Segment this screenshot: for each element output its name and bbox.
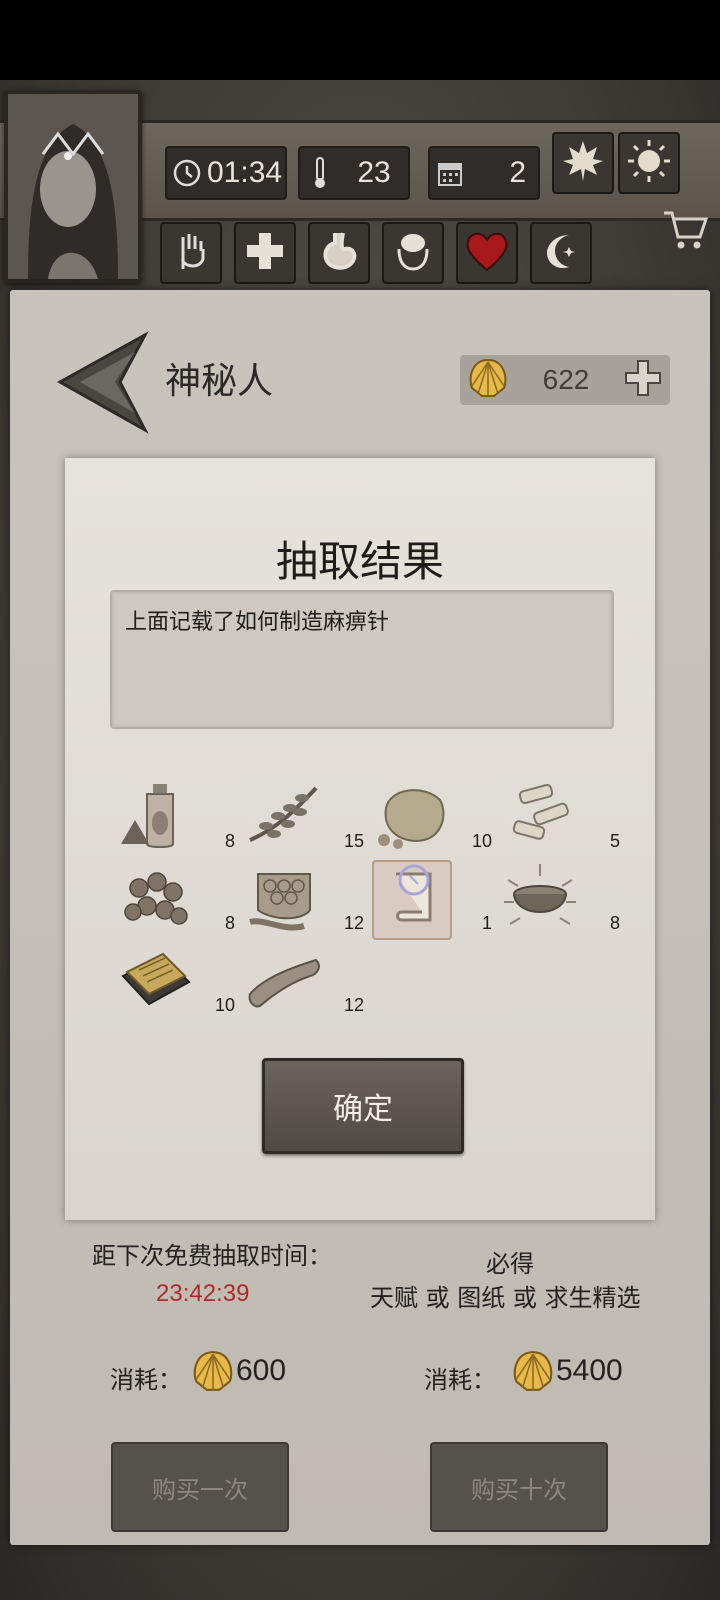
bone-pieces-icon xyxy=(500,778,580,858)
temperature-display: 23 xyxy=(298,146,410,200)
stomach-icon xyxy=(317,229,361,277)
weather-button[interactable] xyxy=(618,132,680,194)
brain-icon xyxy=(391,229,435,277)
guarantee-line2: 天赋 或 图纸 或 求生精选 xyxy=(370,1284,641,1312)
time-value: 01:34 xyxy=(207,156,283,189)
hand-icon xyxy=(169,229,213,277)
shop-cart-icon xyxy=(660,211,710,259)
item-slot[interactable]: 5 xyxy=(500,778,620,858)
character-portrait[interactable] xyxy=(4,90,142,283)
scroll-blueprint-icon xyxy=(372,860,452,940)
item-slot-selected[interactable]: 1 xyxy=(372,860,492,940)
cost-single-value: 600 xyxy=(236,1354,287,1387)
calendar-icon xyxy=(430,158,470,188)
clock-icon xyxy=(167,158,207,188)
bowl-icon xyxy=(500,860,580,940)
stone-icon xyxy=(372,778,452,858)
item-count: 5 xyxy=(609,831,620,851)
item-slot[interactable]: 8 xyxy=(500,860,620,940)
book-icon xyxy=(115,942,195,1022)
health-cross-icon xyxy=(243,229,287,277)
item-count: 8 xyxy=(224,831,235,851)
currency-value: 622 xyxy=(542,364,590,395)
shop-button[interactable] xyxy=(660,205,710,255)
day-value: 2 xyxy=(509,156,526,189)
description-text: 上面记载了如何制造麻痹针 xyxy=(125,610,390,635)
cost-label-ten: 消耗： xyxy=(424,1366,496,1394)
thermometer-icon xyxy=(300,156,340,190)
item-slot[interactable]: 10 xyxy=(115,942,235,1022)
herb-branch-icon xyxy=(244,778,324,858)
item-count: 1 xyxy=(481,913,492,933)
shell-coin-icon xyxy=(190,1348,236,1398)
honeycomb-icon xyxy=(244,860,324,940)
item-count: 8 xyxy=(609,913,620,933)
item-count: 8 xyxy=(224,913,235,933)
season-button[interactable] xyxy=(552,132,614,194)
oil-bottle-icon xyxy=(115,778,195,858)
item-count: 10 xyxy=(214,995,235,1015)
status-mind[interactable] xyxy=(382,222,444,284)
status-hand[interactable] xyxy=(160,222,222,284)
free-draw-label: 距下次免费抽取时间： xyxy=(92,1242,332,1270)
item-slot[interactable]: 12 xyxy=(244,942,364,1022)
item-slot[interactable]: 8 xyxy=(115,778,235,858)
item-count: 12 xyxy=(343,995,364,1015)
cost-label-single: 消耗： xyxy=(110,1366,182,1394)
free-draw-timer: 23:42:39 xyxy=(156,1280,250,1307)
back-arrow-icon xyxy=(55,331,150,439)
dialog-title: 抽取结果 xyxy=(275,537,444,586)
berries-icon xyxy=(115,860,195,940)
shell-coin-icon xyxy=(466,356,510,404)
cost-ten-value: 5400 xyxy=(556,1354,623,1387)
maple-leaf-icon xyxy=(559,137,607,189)
add-currency-button[interactable] xyxy=(622,357,664,403)
confirm-button[interactable]: 确定 xyxy=(262,1058,464,1154)
item-count: 12 xyxy=(343,913,364,933)
item-slot[interactable]: 12 xyxy=(244,860,364,940)
currency-display: 622 xyxy=(460,355,670,405)
time-display: 01:34 xyxy=(165,146,287,200)
status-hunger[interactable] xyxy=(308,222,370,284)
temperature-value: 23 xyxy=(357,156,391,189)
item-slot[interactable]: 8 xyxy=(115,860,235,940)
status-sleep[interactable] xyxy=(530,222,592,284)
day-display: 2 xyxy=(428,146,540,200)
moon-icon xyxy=(539,229,583,277)
guarantee-line1: 必得 xyxy=(486,1250,534,1278)
item-count: 10 xyxy=(471,831,492,851)
shell-coin-icon xyxy=(510,1348,556,1398)
system-status-bar xyxy=(0,0,720,80)
item-slot[interactable]: 15 xyxy=(244,778,364,858)
page-title: 神秘人 xyxy=(165,361,274,402)
item-slot[interactable]: 10 xyxy=(372,778,492,858)
status-heart[interactable] xyxy=(456,222,518,284)
buy-ten-button[interactable]: 购买十次 xyxy=(430,1442,608,1532)
sun-icon xyxy=(625,137,673,189)
back-button[interactable] xyxy=(55,330,150,435)
status-health[interactable] xyxy=(234,222,296,284)
item-count: 15 xyxy=(343,831,364,851)
buy-once-button[interactable]: 购买一次 xyxy=(111,1442,289,1532)
heart-icon xyxy=(464,230,510,276)
plus-icon xyxy=(622,360,664,403)
meat-strip-icon xyxy=(244,942,324,1022)
